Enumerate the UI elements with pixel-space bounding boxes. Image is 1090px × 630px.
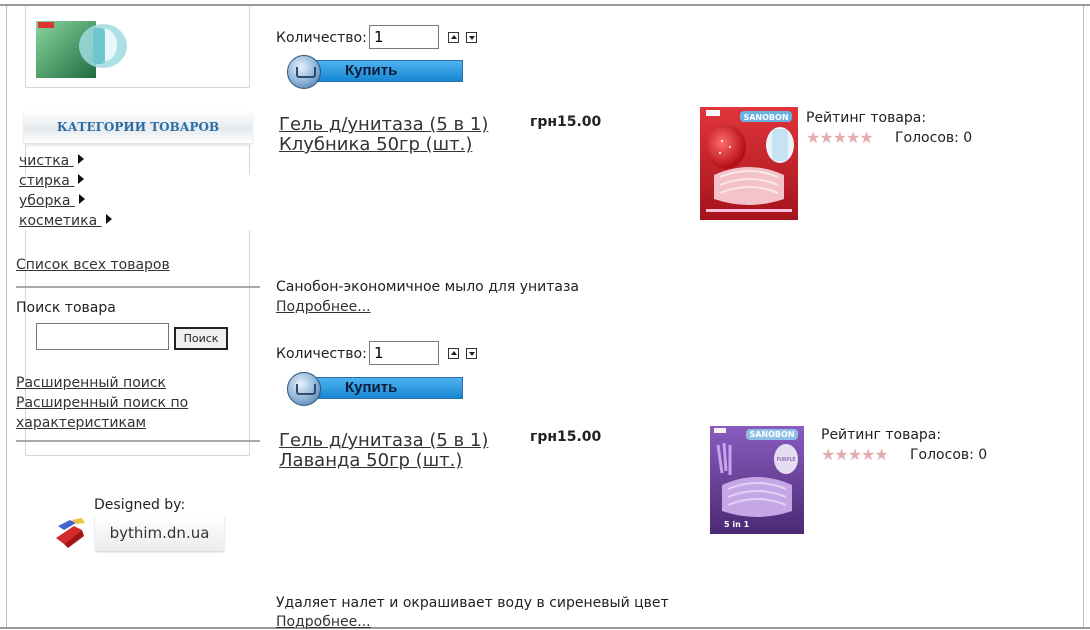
brand-text: SANOBON [749,430,794,439]
sidebar-product-image[interactable] [33,18,136,80]
category-item-cleaning[interactable]: чистка [19,153,84,169]
sidebar-border [25,87,250,88]
all-products-link[interactable]: Список всех товаров [16,257,170,273]
advanced-search-features-link[interactable]: Расширенный поиск по [16,395,188,411]
brand-text: SANOBON [743,113,788,122]
more-details-link[interactable]: Подробнее... [276,299,371,315]
buy-button-label: Купить [345,379,398,396]
sidebar-border [249,6,250,88]
category-label: чистка [19,153,70,169]
category-label: уборка [19,193,71,209]
product-price: грн15.00 [530,429,602,445]
rating-stars-icon: ★★★★★ [806,128,874,147]
product-title-line1: Гель д/унитаза (5 в 1) [279,114,489,135]
quantity-increase-icon[interactable] [448,32,459,43]
buy-button[interactable]: Купить [287,372,465,406]
advanced-search-features-link-line2[interactable]: характеристикам [16,415,146,431]
product-title-line2: Клубника 50гр (шт.) [279,134,473,155]
advanced-search-link[interactable]: Расширенный поиск [16,375,166,391]
rating-label: Рейтинг товара: [821,427,942,443]
chevron-right-icon [77,154,84,164]
quantity-input[interactable] [369,341,439,365]
product-title-line1: Гель д/унитаза (5 в 1) [279,430,489,451]
product-image[interactable]: SANOBON [700,107,798,220]
product-title-link[interactable]: Гель д/унитаза (5 в 1) Лаванда 50гр (шт.) [279,431,488,471]
sidebar-border [25,455,250,456]
votes-count: Голосов: 0 [910,447,988,463]
designer-logo-icon[interactable] [52,514,92,552]
designed-by-label: Designed by: [94,497,186,513]
product-title-link[interactable]: Гель д/унитаза (5 в 1) Клубника 50гр (шт.… [279,115,488,155]
category-label: стирка [19,173,70,189]
more-details-link[interactable]: Подробнее... [276,614,371,630]
chevron-right-icon [78,194,85,204]
product-description: Удаляет налет и окрашивает воду в сирене… [276,595,669,611]
category-item-cosmetics[interactable]: косметика [19,213,112,229]
chevron-right-icon [105,214,112,224]
sidebar-border [249,145,250,175]
rating-label: Рейтинг товара: [806,110,927,126]
buy-button[interactable]: Купить [287,55,465,89]
search-input[interactable] [36,323,169,350]
product-price: грн15.00 [530,114,602,130]
quantity-decrease-icon[interactable] [466,348,477,359]
divider [16,286,260,288]
buy-button-label: Купить [345,62,398,79]
image-note-text: PURPLE [776,457,795,463]
search-button[interactable]: Поиск [174,327,228,350]
image-badge-text: 5 in 1 [724,520,750,529]
quantity-label: Количество: [276,30,367,46]
product-image[interactable]: SANOBON PURPLE 5 in 1 [700,423,813,536]
category-item-tidying[interactable]: уборка [19,193,85,209]
advanced-search-features-line2: характеристикам [16,415,147,431]
rating-stars-icon: ★★★★★ [821,445,889,464]
quantity-input[interactable] [369,25,439,49]
votes-count: Голосов: 0 [895,130,973,146]
sidebar-border [25,6,26,88]
cart-icon [287,372,321,406]
categories-header: КАТЕГОРИИ ТОВАРОВ [24,111,252,143]
frame-right-border [1083,6,1084,629]
cart-icon [287,55,321,89]
product-title-line2: Лаванда 50гр (шт.) [279,450,463,471]
top-border [0,4,1090,6]
designer-link-button[interactable]: bythim.dn.ua [95,515,224,551]
quantity-label: Количество: [276,346,367,362]
sidebar-border [249,230,250,456]
product-description: Санобон-экономичное мыло для унитаза [276,279,579,295]
divider [16,440,260,442]
category-label: косметика [19,213,98,229]
category-item-laundry[interactable]: стирка [19,173,85,189]
advanced-search-features-line1: Расширенный поиск по [16,395,189,411]
search-label: Поиск товара [16,300,116,316]
quantity-decrease-icon[interactable] [466,32,477,43]
chevron-right-icon [78,174,85,184]
quantity-increase-icon[interactable] [448,348,459,359]
frame-left-border [6,6,7,629]
